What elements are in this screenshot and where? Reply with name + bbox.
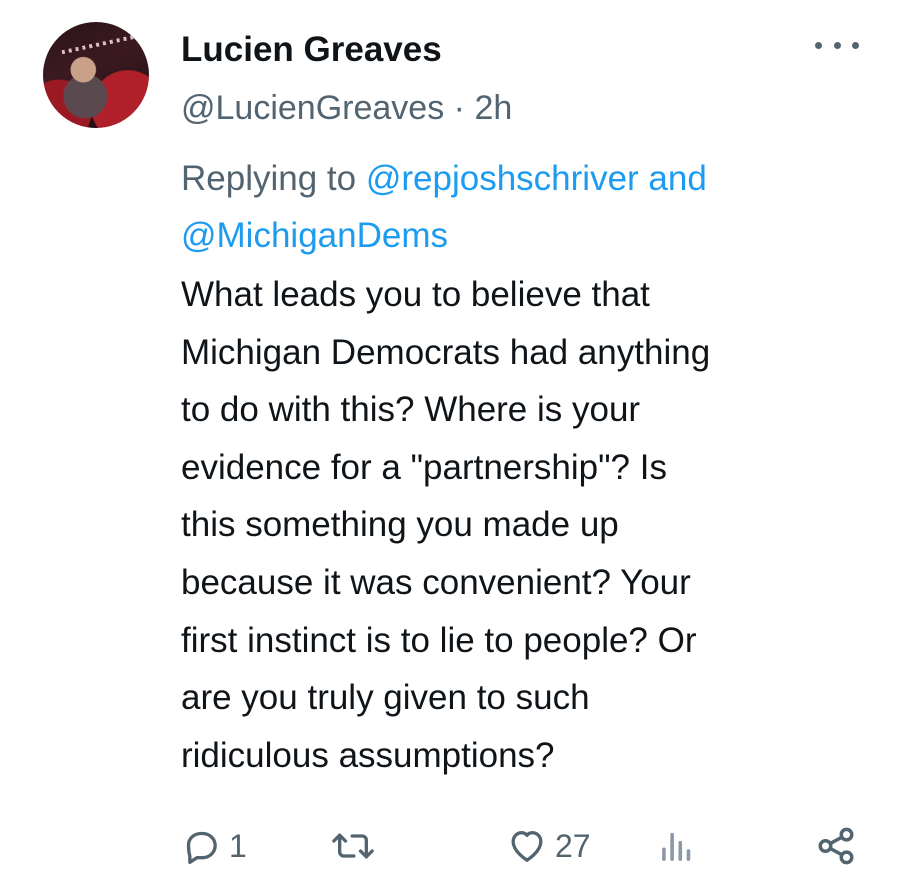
avatar[interactable]	[43, 22, 149, 128]
tweet-body: What leads you to believe that Michigan …	[181, 266, 881, 784]
tweet-body-line: because it was convenient? Your	[181, 562, 691, 602]
tweet-body-line: ridiculous assumptions?	[181, 735, 555, 775]
like-button[interactable]: 27	[507, 822, 591, 870]
dot	[815, 41, 822, 49]
tweet-body-line: this something you made up	[181, 505, 619, 545]
tweet-body-line: evidence for a "partnership"? Is	[181, 447, 667, 487]
replying-prefix: Replying to	[181, 159, 357, 198]
reply-bubble-icon	[186, 831, 217, 864]
reply-joiner[interactable]: and	[648, 159, 706, 198]
like-count: 27	[555, 827, 591, 864]
more-dots-icon[interactable]	[815, 33, 859, 57]
views-bar-icon	[662, 832, 691, 861]
reply-count: 1	[229, 827, 247, 864]
retweet-icon	[332, 833, 374, 859]
dot	[852, 41, 859, 49]
handle-line: @LucienGreaves · 2h	[181, 89, 512, 128]
tweet-body-line: to do with this? Where is your	[181, 390, 641, 430]
display-name[interactable]: Lucien Greaves	[181, 30, 442, 70]
views-button[interactable]	[659, 822, 703, 870]
reply-mention-2[interactable]: @MichiganDems	[181, 216, 448, 255]
handle[interactable]: @LucienGreaves	[181, 89, 444, 127]
reply-mention-1[interactable]: @repjoshschriver	[366, 159, 639, 198]
heart-icon	[511, 831, 543, 862]
retweet-button[interactable]	[331, 822, 383, 870]
share-icon	[818, 827, 854, 865]
dot	[833, 41, 841, 49]
tweet-body-line: Michigan Democrats had anything	[181, 332, 711, 372]
tweet-body-line: are you truly given to such	[181, 678, 590, 718]
share-button[interactable]	[815, 822, 857, 870]
replying-to: Replying to @repjoshschriver and @Michig…	[181, 150, 881, 264]
action-bar: 1 27	[181, 822, 861, 870]
reply-button[interactable]: 1	[181, 822, 247, 870]
avatar-stage-lights	[61, 33, 141, 55]
tweet-body-line: What leads you to believe that	[181, 275, 650, 314]
timestamp[interactable]: 2h	[474, 89, 512, 127]
separator: ·	[453, 89, 465, 127]
tweet-body-line: first instinct is to lie to people? Or	[181, 620, 697, 660]
